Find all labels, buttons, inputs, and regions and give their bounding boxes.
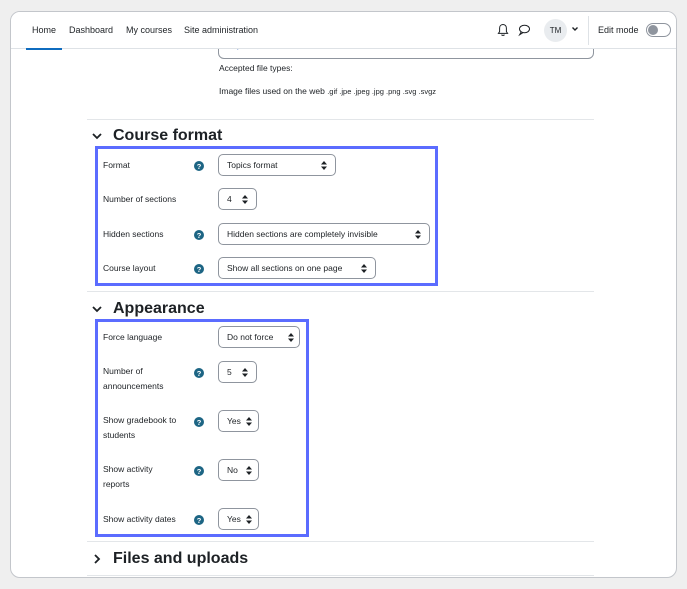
section-header-files-and-uploads[interactable]: Files and uploads xyxy=(91,548,248,570)
nav-dashboard[interactable]: Dashboard xyxy=(69,12,113,49)
format-select[interactable]: Topics format xyxy=(218,154,336,176)
select-arrows-icon xyxy=(246,466,252,475)
file-types-extensions: .gif .jpe .jpeg .jpg .png .svg .svgz xyxy=(327,87,437,96)
label-line-1: Number of xyxy=(103,366,143,376)
select-arrows-icon xyxy=(288,333,294,342)
force-language-select[interactable]: Do not force xyxy=(218,326,300,348)
bell-icon[interactable] xyxy=(496,23,510,37)
help-icon[interactable]: ? xyxy=(194,515,204,525)
number-of-sections-value: 4 xyxy=(227,194,232,204)
label-line-1: Show activity xyxy=(103,464,153,474)
show-gradebook-label: Show gradebook to students xyxy=(103,413,176,443)
show-gradebook-value: Yes xyxy=(227,416,241,426)
accepted-file-types-value: Image files used on the web .gif .jpe .j… xyxy=(219,86,436,96)
user-avatar[interactable]: TM xyxy=(544,19,567,42)
nav-site-administration[interactable]: Site administration xyxy=(184,12,258,49)
select-arrows-icon xyxy=(321,161,327,170)
force-language-value: Do not force xyxy=(227,332,274,342)
primary-navigation: Home Dashboard My courses Site administr… xyxy=(11,12,676,50)
help-icon[interactable]: ? xyxy=(194,368,204,378)
svg-text:?: ? xyxy=(197,265,202,274)
svg-text:?: ? xyxy=(197,369,202,378)
number-of-sections-label: Number of sections xyxy=(103,194,177,204)
divider xyxy=(87,119,594,120)
select-arrows-icon xyxy=(246,417,252,426)
format-label: Format xyxy=(103,160,130,170)
label-line-2: announcements xyxy=(103,381,164,391)
divider xyxy=(87,575,594,576)
browser-window: Payment name Accepted file types: Image … xyxy=(10,11,677,578)
force-language-label: Force language xyxy=(103,332,163,342)
accepted-file-types-label: Accepted file types: xyxy=(219,63,293,73)
section-title: Course format xyxy=(113,127,223,144)
label-line-2: reports xyxy=(103,479,130,489)
divider xyxy=(87,541,594,542)
chevron-down-icon[interactable] xyxy=(571,25,579,33)
chevron-down-icon xyxy=(92,133,102,140)
divider xyxy=(87,291,594,292)
course-layout-value: Show all sections on one page xyxy=(227,263,343,273)
show-activity-dates-value: Yes xyxy=(227,514,241,524)
hidden-sections-label: Hidden sections xyxy=(103,229,164,239)
course-layout-label: Course layout xyxy=(103,263,156,273)
show-activity-reports-value: No xyxy=(227,465,238,475)
toggle-knob xyxy=(648,25,658,35)
select-arrows-icon xyxy=(246,515,252,524)
select-arrows-icon xyxy=(415,230,421,239)
section-title: Appearance xyxy=(113,300,205,317)
select-arrows-icon xyxy=(242,368,248,377)
show-activity-dates-select[interactable]: Yes xyxy=(218,508,259,530)
help-icon[interactable]: ? xyxy=(194,161,204,171)
file-types-description: Image files used on the web xyxy=(219,86,325,96)
chevron-down-icon xyxy=(92,306,102,313)
svg-text:?: ? xyxy=(197,162,202,171)
hidden-sections-value: Hidden sections are completely invisible xyxy=(227,229,378,239)
chevron-right-icon xyxy=(94,554,101,564)
help-icon[interactable]: ? xyxy=(194,230,204,240)
svg-text:?: ? xyxy=(197,418,202,427)
section-header-course-format[interactable]: Course format xyxy=(91,125,222,147)
nav-my-courses[interactable]: My courses xyxy=(126,12,172,49)
select-arrows-icon xyxy=(361,264,367,273)
svg-text:?: ? xyxy=(197,467,202,476)
help-icon[interactable]: ? xyxy=(194,417,204,427)
help-icon[interactable]: ? xyxy=(194,264,204,274)
format-select-value: Topics format xyxy=(227,160,278,170)
edit-mode-toggle[interactable] xyxy=(646,23,671,37)
course-layout-select[interactable]: Show all sections on one page xyxy=(218,257,376,279)
number-of-announcements-select[interactable]: 5 xyxy=(218,361,257,383)
show-activity-dates-label: Show activity dates xyxy=(103,514,176,524)
label-line-1: Show gradebook to xyxy=(103,415,177,425)
show-gradebook-select[interactable]: Yes xyxy=(218,410,259,432)
number-of-announcements-label: Number of announcements xyxy=(103,364,164,394)
label-line-2: students xyxy=(103,430,136,440)
course-settings-form: Payment name Accepted file types: Image … xyxy=(11,12,676,577)
hidden-sections-select[interactable]: Hidden sections are completely invisible xyxy=(218,223,430,245)
chat-icon[interactable] xyxy=(517,23,531,37)
help-icon[interactable]: ? xyxy=(194,466,204,476)
section-title: Files and uploads xyxy=(113,550,249,567)
section-header-appearance[interactable]: Appearance xyxy=(91,298,205,320)
number-of-announcements-value: 5 xyxy=(227,367,232,377)
show-activity-reports-label: Show activity reports xyxy=(103,462,153,492)
select-arrows-icon xyxy=(242,195,248,204)
number-of-sections-select[interactable]: 4 xyxy=(218,188,257,210)
nav-home[interactable]: Home xyxy=(25,12,63,50)
navbar-divider xyxy=(588,16,589,45)
edit-mode-label: Edit mode xyxy=(598,25,639,35)
svg-text:?: ? xyxy=(197,231,202,240)
svg-text:?: ? xyxy=(197,516,202,525)
show-activity-reports-select[interactable]: No xyxy=(218,459,259,481)
